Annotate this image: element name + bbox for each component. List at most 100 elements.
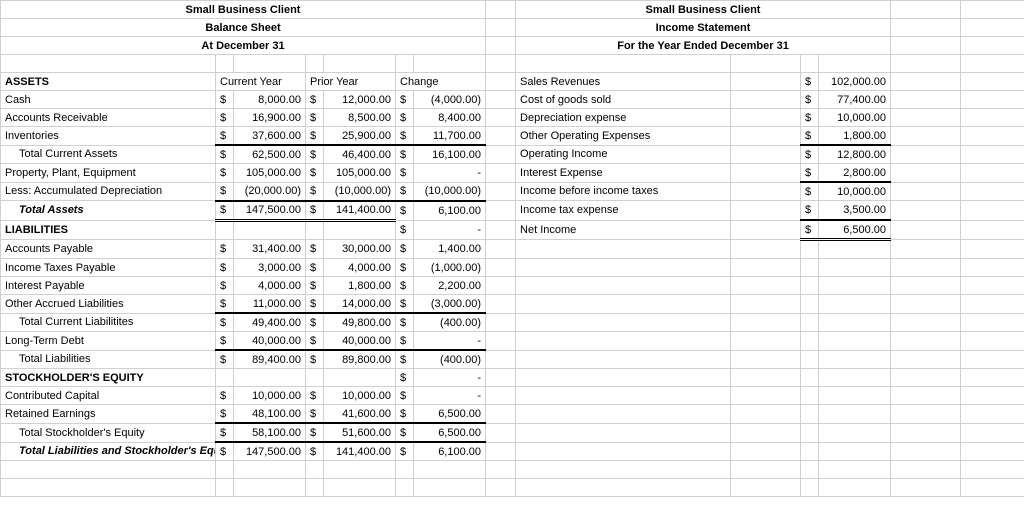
amount-cell: 6,500.00 [414, 423, 486, 442]
currency-symbol: $ [801, 73, 819, 91]
currency-symbol: $ [306, 182, 324, 201]
currency-symbol: $ [216, 350, 234, 369]
currency-symbol: $ [306, 387, 324, 405]
currency-symbol: $ [396, 91, 414, 109]
currency-symbol: $ [216, 442, 234, 461]
bs-title-report: Balance Sheet [1, 19, 486, 37]
currency-symbol: $ [306, 127, 324, 146]
amount-cell: 51,600.00 [324, 423, 396, 442]
currency-symbol: $ [306, 109, 324, 127]
spreadsheet[interactable]: Small Business ClientSmall Business Clie… [0, 0, 1024, 497]
currency-symbol: $ [216, 387, 234, 405]
bs-title-date: At December 31 [1, 37, 486, 55]
currency-symbol: $ [216, 145, 234, 164]
bs-row-label: Total Current Liabilitites [1, 313, 216, 332]
amount-cell: 105,000.00 [234, 164, 306, 183]
currency-symbol: $ [801, 164, 819, 183]
amount-cell: (3,000.00) [414, 295, 486, 314]
currency-symbol: $ [306, 423, 324, 442]
currency-symbol: $ [396, 277, 414, 295]
currency-symbol: $ [801, 220, 819, 240]
amount-cell: (1,000.00) [414, 259, 486, 277]
currency-symbol: $ [801, 91, 819, 109]
is-title-report: Income Statement [516, 19, 891, 37]
amount-cell: 11,000.00 [234, 295, 306, 314]
amount-cell: 48,100.00 [234, 405, 306, 424]
bs-row-label: Retained Earnings [1, 405, 216, 424]
currency-symbol: $ [396, 145, 414, 164]
currency-symbol: $ [306, 145, 324, 164]
amount-cell: - [414, 387, 486, 405]
amount-cell: 105,000.00 [324, 164, 396, 183]
bs-row-label: Total Liabilities [1, 350, 216, 369]
is-title-company: Small Business Client [516, 1, 891, 19]
currency-symbol: $ [396, 350, 414, 369]
is-row-label: Cost of goods sold [516, 91, 731, 109]
currency-symbol: $ [216, 332, 234, 351]
currency-symbol: $ [216, 201, 234, 221]
bs-row-label: Other Accrued Liabilities [1, 295, 216, 314]
amount-cell: - [414, 220, 486, 240]
amount-cell: (10,000.00) [324, 182, 396, 201]
currency-symbol: $ [396, 369, 414, 387]
amount-cell: 6,100.00 [414, 201, 486, 221]
currency-symbol: $ [306, 350, 324, 369]
amount-cell: 141,400.00 [324, 201, 396, 221]
currency-symbol: $ [306, 405, 324, 424]
currency-symbol: $ [216, 423, 234, 442]
currency-symbol: $ [216, 313, 234, 332]
currency-symbol: $ [396, 201, 414, 221]
bs-row-label: Less: Accumulated Depreciation [1, 182, 216, 201]
amount-cell: 4,000.00 [324, 259, 396, 277]
currency-symbol: $ [306, 332, 324, 351]
amount-cell: 2,200.00 [414, 277, 486, 295]
bs-row-label: Total Liabilities and Stockholder's Equi… [1, 442, 216, 461]
bs-row-label: Accounts Payable [1, 240, 216, 259]
amount-cell: 58,100.00 [234, 423, 306, 442]
amount-cell: 49,400.00 [234, 313, 306, 332]
amount-cell: 10,000.00 [819, 182, 891, 201]
section-header-assets: ASSETS [1, 73, 216, 91]
amount-cell: 40,000.00 [324, 332, 396, 351]
bs-row-label: Inventories [1, 127, 216, 146]
amount-cell: 1,400.00 [414, 240, 486, 259]
amount-cell: - [414, 369, 486, 387]
is-row-label: Depreciation expense [516, 109, 731, 127]
amount-cell: 2,800.00 [819, 164, 891, 183]
currency-symbol: $ [801, 201, 819, 221]
currency-symbol: $ [306, 259, 324, 277]
bs-row-label: Interest Payable [1, 277, 216, 295]
currency-symbol: $ [216, 164, 234, 183]
amount-cell: 1,800.00 [324, 277, 396, 295]
amount-cell: - [414, 332, 486, 351]
amount-cell: 102,000.00 [819, 73, 891, 91]
currency-symbol: $ [306, 277, 324, 295]
amount-cell: 147,500.00 [234, 201, 306, 221]
amount-cell: (4,000.00) [414, 91, 486, 109]
amount-cell: 30,000.00 [324, 240, 396, 259]
currency-symbol: $ [216, 240, 234, 259]
amount-cell: 11,700.00 [414, 127, 486, 146]
currency-symbol: $ [216, 259, 234, 277]
section-header-equity: STOCKHOLDER'S EQUITY [1, 369, 216, 387]
amount-cell: 10,000.00 [234, 387, 306, 405]
currency-symbol: $ [801, 127, 819, 146]
amount-cell: 12,800.00 [819, 145, 891, 164]
currency-symbol: $ [306, 313, 324, 332]
amount-cell: 10,000.00 [324, 387, 396, 405]
bs-row-label: Total Stockholder's Equity [1, 423, 216, 442]
is-row-label: Income tax expense [516, 201, 731, 221]
currency-symbol: $ [396, 332, 414, 351]
amount-cell: 25,900.00 [324, 127, 396, 146]
currency-symbol: $ [306, 91, 324, 109]
amount-cell: 62,500.00 [234, 145, 306, 164]
amount-cell: (20,000.00) [234, 182, 306, 201]
currency-symbol: $ [801, 109, 819, 127]
currency-symbol: $ [216, 109, 234, 127]
is-row-label: Other Operating Expenses [516, 127, 731, 146]
currency-symbol: $ [396, 127, 414, 146]
amount-cell: (400.00) [414, 313, 486, 332]
currency-symbol: $ [216, 405, 234, 424]
bs-row-label: Total Assets [1, 201, 216, 221]
currency-symbol: $ [216, 127, 234, 146]
